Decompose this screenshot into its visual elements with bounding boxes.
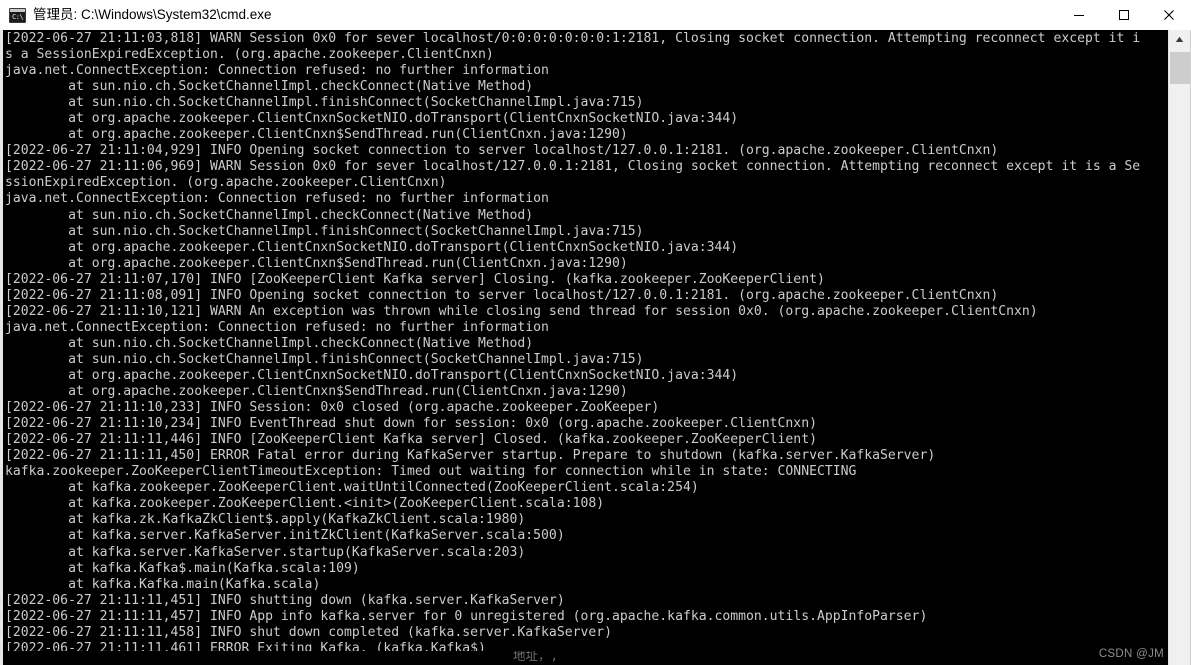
close-button[interactable] (1146, 0, 1191, 30)
console-line: at sun.nio.ch.SocketChannelImpl.checkCon… (5, 207, 534, 223)
console-line: [2022-06-27 21:11:03,818] WARN Session 0… (5, 31, 1141, 46)
console-line: at sun.nio.ch.SocketChannelImpl.checkCon… (5, 79, 534, 95)
console-line: kafka.zookeeper.ZooKeeperClientTimeoutEx… (5, 464, 857, 480)
csdn-watermark: CSDN @JM (1098, 648, 1164, 660)
console-icon-prompt: C:\ (12, 12, 24, 21)
console-line: at org.apache.zookeeper.ClientCnxn$SendT… (5, 384, 628, 400)
console-line: [2022-06-27 21:11:10,121] WARN An except… (5, 303, 1038, 319)
console-line: s a SessionExpiredException. (org.apache… (5, 47, 494, 63)
console-line: [2022-06-27 21:11:11,451] INFO shutting … (5, 592, 565, 608)
cmd-console-window: C:\ 管理员: C:\Windows\System32\cmd.exe [20… (0, 0, 1191, 665)
console-line: java.net.ConnectException: Connection re… (5, 319, 549, 335)
scroll-track[interactable] (1169, 84, 1190, 665)
console-body: [2022-06-27 21:11:03,818] WARN Session 0… (0, 30, 1191, 665)
console-line: at org.apache.zookeeper.ClientCnxnSocket… (5, 367, 739, 383)
console-line: at kafka.Kafka$.main(Kafka.scala:109) (5, 560, 360, 576)
console-line: at sun.nio.ch.SocketChannelImpl.finishCo… (5, 95, 644, 111)
console-icon-titlestrip (10, 8, 25, 12)
console-line: at org.apache.zookeeper.ClientCnxnSocket… (5, 111, 739, 127)
console-line: at kafka.server.KafkaServer.initZkClient… (5, 528, 565, 544)
maximize-button[interactable] (1101, 0, 1146, 30)
console-line: at kafka.Kafka.main(Kafka.scala) (5, 576, 321, 592)
console-output[interactable]: [2022-06-27 21:11:03,818] WARN Session 0… (3, 30, 1168, 665)
scroll-thumb[interactable] (1170, 52, 1190, 84)
console-line: [2022-06-27 21:11:10,233] INFO Session: … (5, 400, 660, 416)
console-line: at kafka.zookeeper.ZooKeeperClient.<init… (5, 496, 605, 512)
console-line: at kafka.server.KafkaServer.startup(Kafk… (5, 544, 526, 560)
console-scrollbar[interactable] (1168, 30, 1190, 665)
console-line: at kafka.zookeeper.ZooKeeperClient.waitU… (5, 480, 699, 496)
console-line: [2022-06-27 21:11:06,969] WARN Session 0… (5, 159, 1141, 175)
minimize-button[interactable] (1056, 0, 1101, 30)
console-line: java.net.ConnectException: Connection re… (5, 191, 549, 207)
console-line: ssionExpiredException. (org.apache.zooke… (5, 175, 447, 191)
scroll-up-arrow[interactable] (1169, 30, 1190, 48)
console-line: [2022-06-27 21:11:11,457] INFO App info … (5, 608, 928, 624)
window-controls (1056, 0, 1191, 30)
console-line: at kafka.zk.KafkaZkClient$.apply(KafkaZk… (5, 512, 526, 528)
console-line: [2022-06-27 21:11:11,446] INFO [ZooKeepe… (5, 432, 817, 448)
console-line: java.net.ConnectException: Connection re… (5, 63, 549, 79)
console-line: at org.apache.zookeeper.ClientCnxnSocket… (5, 239, 739, 255)
console-line: at sun.nio.ch.SocketChannelImpl.checkCon… (5, 335, 534, 351)
console-line: [2022-06-27 21:11:04,929] INFO Opening s… (5, 143, 999, 159)
title-bar-left: C:\ 管理员: C:\Windows\System32\cmd.exe (0, 7, 1056, 23)
console-line: [2022-06-27 21:11:10,234] INFO EventThre… (5, 416, 817, 432)
console-line: [2022-06-27 21:11:07,170] INFO [ZooKeepe… (5, 271, 825, 287)
console-line: at org.apache.zookeeper.ClientCnxn$SendT… (5, 127, 628, 143)
console-line: at sun.nio.ch.SocketChannelImpl.finishCo… (5, 351, 644, 367)
window-title: 管理员: C:\Windows\System32\cmd.exe (33, 7, 272, 22)
console-line: [2022-06-27 21:11:08,091] INFO Opening s… (5, 287, 999, 303)
clipped-bottom-text: 地址，, (513, 651, 559, 663)
console-line: [2022-06-27 21:11:11,450] ERROR Fatal er… (5, 448, 936, 464)
console-line: at sun.nio.ch.SocketChannelImpl.finishCo… (5, 223, 644, 239)
console-window-icon: C:\ (9, 7, 26, 23)
console-line: at org.apache.zookeeper.ClientCnxn$SendT… (5, 255, 628, 271)
title-bar[interactable]: C:\ 管理员: C:\Windows\System32\cmd.exe (0, 0, 1191, 30)
console-line: [2022-06-27 21:11:11,458] INFO shut down… (5, 624, 612, 640)
console-clipped-bottom-row: 地址，, (3, 651, 1168, 665)
